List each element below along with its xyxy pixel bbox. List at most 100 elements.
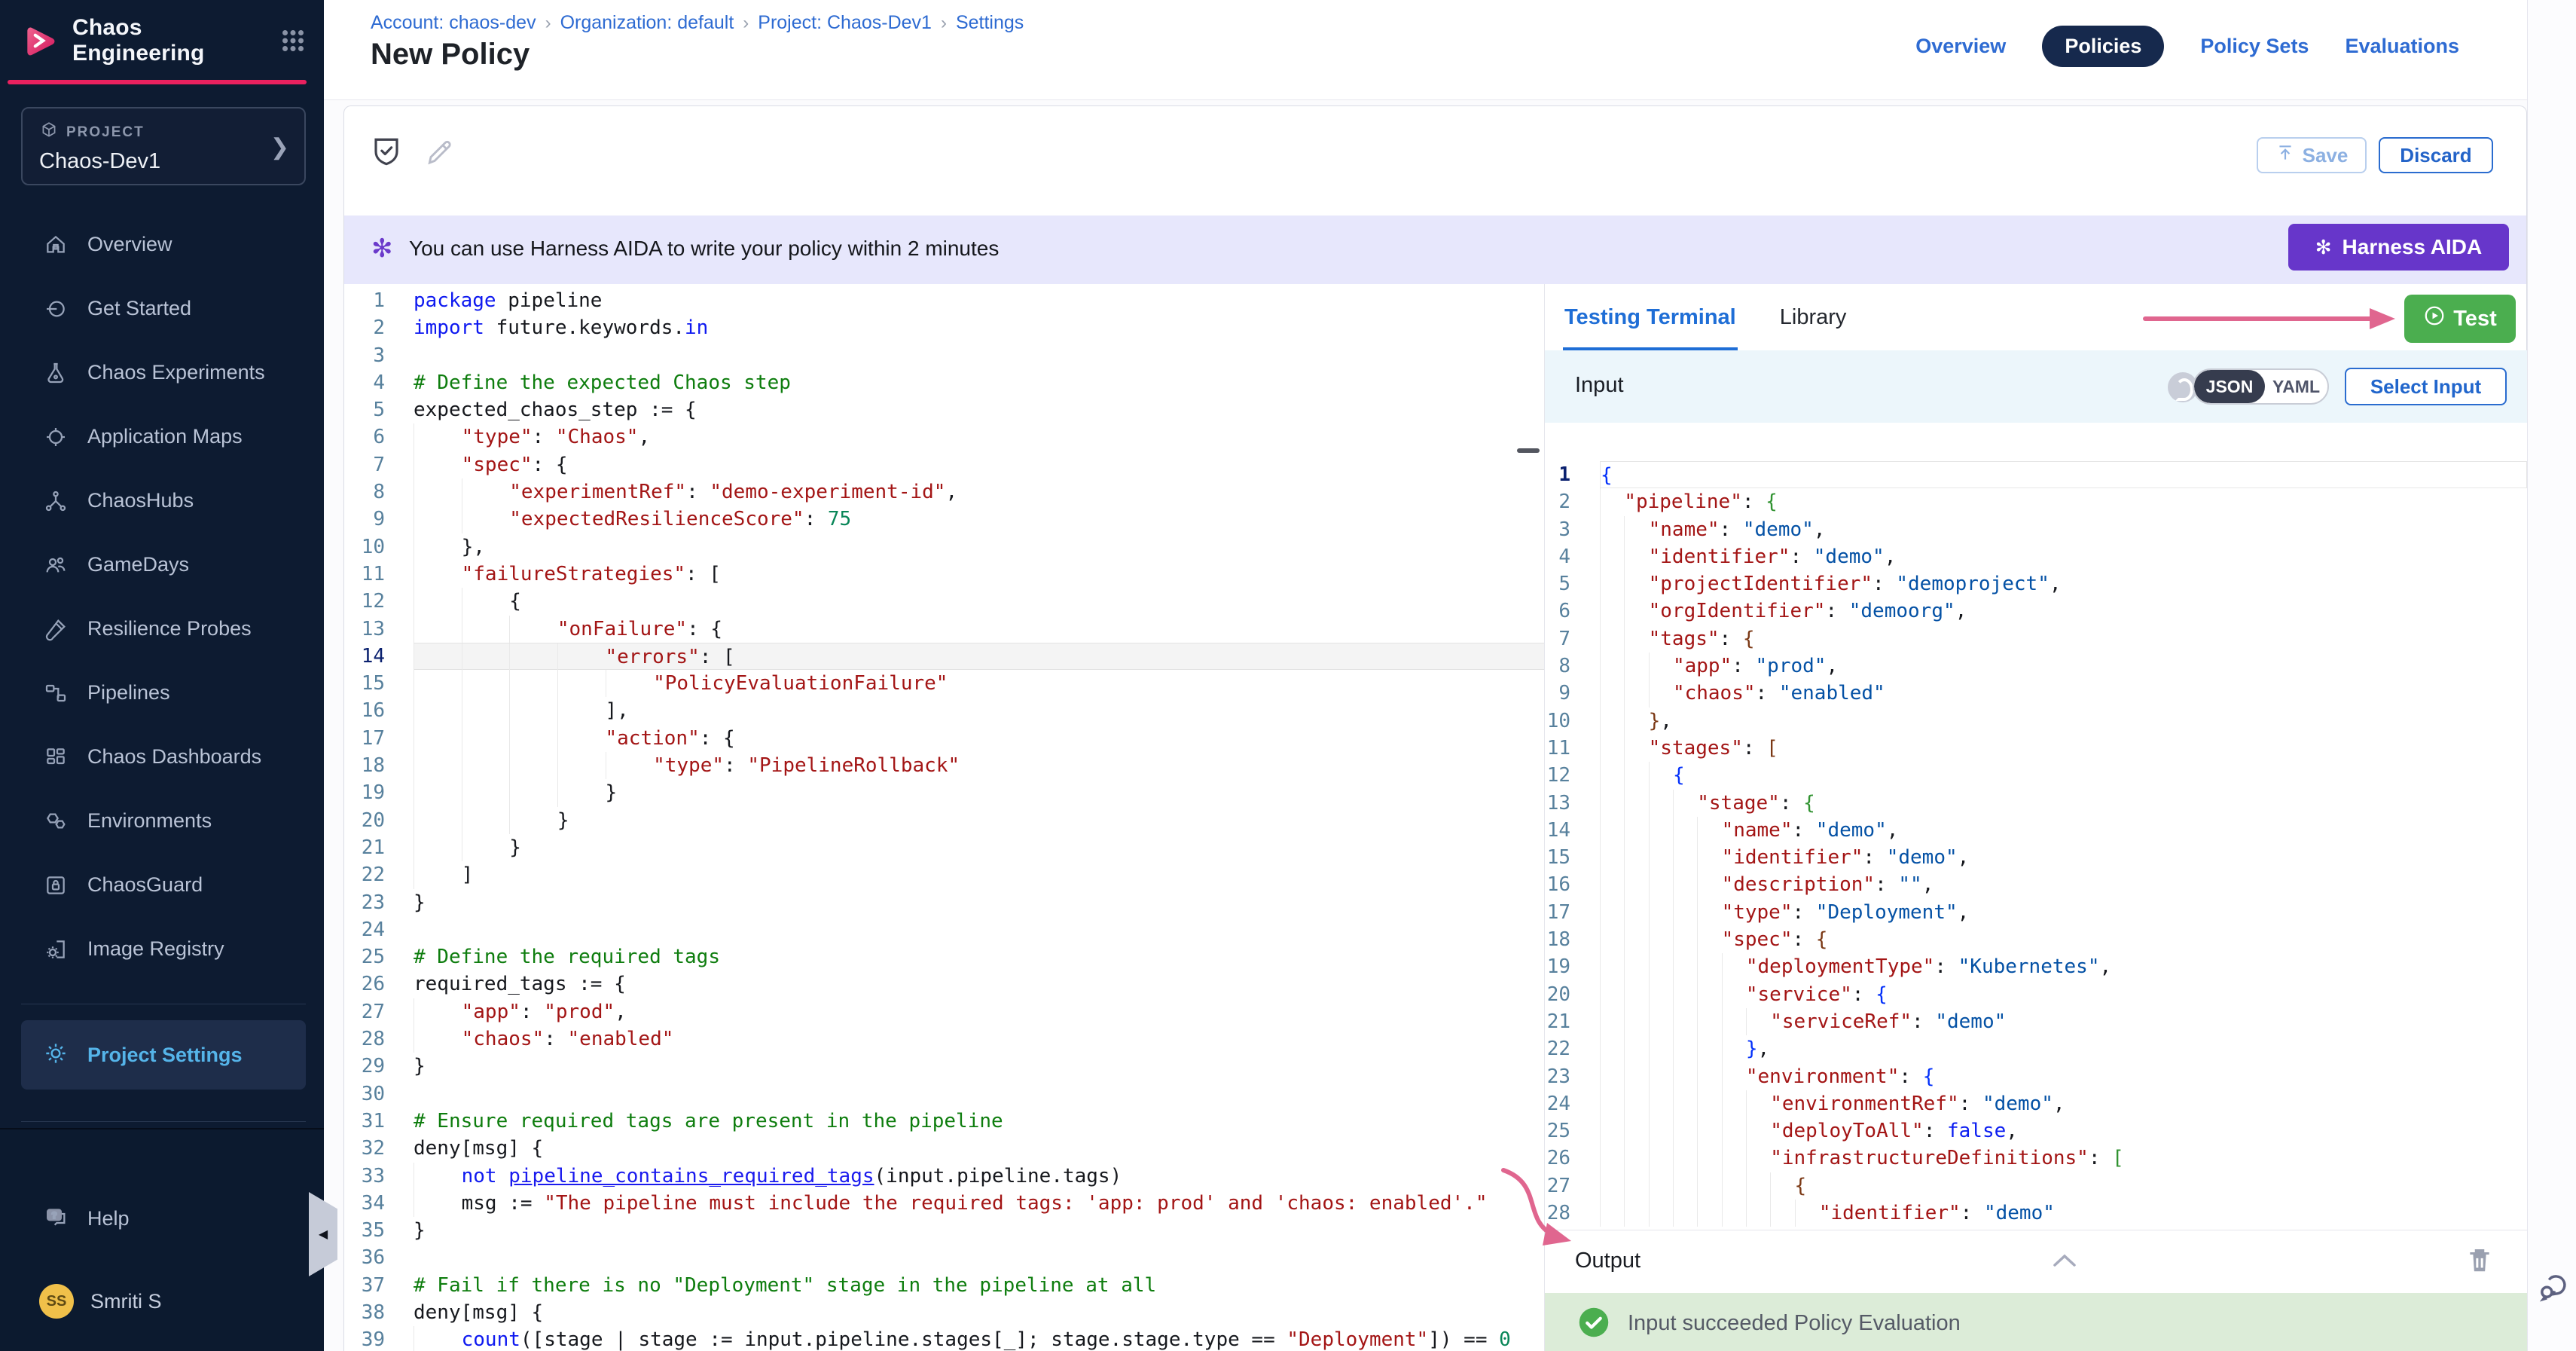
- sidebar-divider: [21, 1121, 306, 1122]
- project-selector[interactable]: PROJECT Chaos-Dev1 ❯: [21, 107, 306, 185]
- sidebar-item-image-registry[interactable]: Image Registry: [0, 917, 324, 981]
- chevron-right-icon: ❯: [270, 134, 289, 160]
- sidebar-item-chaos-dashboards[interactable]: Chaos Dashboards: [0, 725, 324, 789]
- aida-sparkle-icon: ✻: [371, 234, 393, 264]
- sidebar-item-label: Environments: [87, 809, 212, 833]
- code-line: 22 },: [1545, 1035, 2527, 1062]
- home-icon: [44, 233, 68, 257]
- user-menu[interactable]: SS Smriti S: [39, 1284, 162, 1319]
- tab-library[interactable]: Library: [1780, 284, 1847, 350]
- output-label: Output: [1575, 1249, 1641, 1273]
- code-line: 18 "type": "PipelineRollback": [344, 752, 1544, 779]
- nav-item-policy-sets[interactable]: Policy Sets: [2200, 35, 2309, 58]
- sidebar-item-gamedays[interactable]: GameDays: [0, 533, 324, 597]
- page-title: New Policy: [371, 38, 530, 72]
- nav-item-overview[interactable]: Overview: [1915, 35, 2006, 58]
- sidebar-item-application-maps[interactable]: Application Maps: [0, 405, 324, 469]
- code-line: 16 "description": "",: [1545, 871, 2527, 898]
- avatar: SS: [39, 1284, 74, 1319]
- breadcrumb-link[interactable]: Organization: default: [560, 12, 734, 34]
- code-line: 10 },: [1545, 708, 2527, 735]
- code-line: 26required_tags := {: [344, 970, 1544, 998]
- annotation-arrow-to-test: [2139, 304, 2399, 334]
- code-line: 28 "chaos": "enabled": [344, 1025, 1544, 1053]
- sidebar-item-label: Resilience Probes: [87, 617, 252, 640]
- harness-aida-button[interactable]: ✻ Harness AIDA: [2288, 224, 2509, 271]
- svg-text:?: ?: [51, 1210, 56, 1221]
- code-line: 18 "spec": {: [1545, 926, 2527, 953]
- output-section-header: Output: [1545, 1230, 2527, 1293]
- code-line: 19 }: [344, 779, 1544, 806]
- nav-item-policies[interactable]: Policies: [2042, 26, 2164, 67]
- code-line: 37# Fail if there is no "Deployment" sta…: [344, 1272, 1544, 1299]
- sidebar-item-overview[interactable]: Overview: [0, 212, 324, 277]
- page-header: Account: chaos-dev › Organization: default…: [324, 0, 2527, 100]
- breadcrumb-separator: ›: [941, 13, 947, 34]
- code-line: 16 ],: [344, 697, 1544, 724]
- test-button[interactable]: Test: [2404, 295, 2516, 343]
- cube-icon: [39, 121, 59, 144]
- sidebar-item-help[interactable]: ? Help: [44, 1205, 130, 1233]
- code-line: 24 "environmentRef": "demo",: [1545, 1090, 2527, 1117]
- edit-pencil-icon[interactable]: [423, 136, 453, 167]
- trash-icon[interactable]: [2465, 1244, 2494, 1277]
- hexagons-icon: [44, 809, 68, 833]
- sidebar-item-chaos-experiments[interactable]: Chaos Experiments: [0, 341, 324, 405]
- sidebar-item-label: Pipelines: [87, 681, 170, 705]
- module-grid-icon[interactable]: [277, 25, 309, 57]
- save-button[interactable]: Save: [2257, 137, 2367, 173]
- code-line: 21 "serviceRef": "demo": [1545, 1008, 2527, 1035]
- code-line: 8 "experimentRef": "demo-experiment-id",: [344, 478, 1544, 506]
- format-option-json[interactable]: JSON: [2194, 370, 2265, 403]
- help-label: Help: [87, 1207, 130, 1230]
- sidebar-menu: Overview Get Started Chaos ExperimentsAppl…: [0, 212, 324, 981]
- sidebar-item-resilience-probes[interactable]: Resilience Probes: [0, 597, 324, 661]
- shield-lock-icon: [44, 873, 68, 897]
- code-line: 21 }: [344, 834, 1544, 861]
- select-input-button[interactable]: Select Input: [2345, 368, 2507, 405]
- sidebar-item-get-started[interactable]: Get Started: [0, 277, 324, 341]
- code-line: 34 msg := "The pipeline must include the…: [344, 1190, 1544, 1217]
- aida-sparkle-icon: ✻: [2315, 236, 2332, 259]
- get-started-icon: [44, 297, 68, 321]
- nav-item-evaluations[interactable]: Evaluations: [2345, 35, 2459, 58]
- sidebar-item-label: Chaos Dashboards: [87, 745, 261, 769]
- sidebar-item-label: Get Started: [87, 297, 191, 320]
- test-input-editor[interactable]: 1{2 "pipeline": {3 "name": "demo",4 "ide…: [1545, 423, 2527, 1230]
- collapse-output-icon[interactable]: [2051, 1252, 2078, 1270]
- pane-resize-handle[interactable]: [1517, 448, 1540, 453]
- sidebar-item-environments[interactable]: Environments: [0, 789, 324, 853]
- breadcrumb-link[interactable]: Project: Chaos-Dev1: [758, 12, 932, 34]
- code-line: 6 "orgIdentifier": "demoorg",: [1545, 598, 2527, 625]
- code-line: 12 {: [344, 588, 1544, 615]
- sidebar-item-project-settings[interactable]: Project Settings: [21, 1020, 306, 1090]
- sidebar-item-chaosguard[interactable]: ChaosGuard: [0, 853, 324, 917]
- sidebar-footer: ? Help SS Smriti S: [0, 1128, 324, 1351]
- breadcrumb: Account: chaos-dev › Organization: default…: [371, 12, 1024, 34]
- code-line: 25# Define the required tags: [344, 943, 1544, 970]
- code-line: 6 "type": "Chaos",: [344, 423, 1544, 451]
- code-line: 13 "stage": {: [1545, 790, 2527, 817]
- breadcrumb-link[interactable]: Settings: [956, 12, 1024, 34]
- discard-button[interactable]: Discard: [2379, 137, 2493, 173]
- breadcrumb-link[interactable]: Account: chaos-dev: [371, 12, 536, 34]
- project-label: PROJECT: [66, 124, 145, 141]
- sidebar-item-chaoshubs[interactable]: ChaosHubs: [0, 469, 324, 533]
- format-option-yaml[interactable]: YAML: [2265, 370, 2327, 403]
- policy-code-editor[interactable]: 1package pipeline2import future.keywords…: [344, 284, 1544, 1351]
- sidebar-item-pipelines[interactable]: Pipelines: [0, 661, 324, 725]
- code-line: 7 "spec": {: [344, 451, 1544, 478]
- code-line: 12 {: [1545, 762, 2527, 789]
- shield-check-icon[interactable]: [371, 134, 402, 169]
- code-line: 30: [344, 1080, 1544, 1108]
- code-line: 17 "type": "Deployment",: [1545, 899, 2527, 926]
- code-line: 9 "expectedResilienceScore": 75: [344, 506, 1544, 533]
- breadcrumb-separator: ›: [545, 13, 551, 34]
- tab-testing-terminal[interactable]: Testing Terminal: [1564, 284, 1736, 350]
- code-line: 2 "pipeline": {: [1545, 488, 2527, 515]
- output-result: Input succeeded Policy Evaluation: [1545, 1293, 2527, 1351]
- code-line: 14 "errors": [: [344, 643, 1544, 670]
- sidebar-collapse-handle[interactable]: ◀: [309, 1192, 337, 1276]
- feedback-chat-icon[interactable]: [2535, 1270, 2570, 1305]
- output-message: Input succeeded Policy Evaluation: [1628, 1311, 1961, 1336]
